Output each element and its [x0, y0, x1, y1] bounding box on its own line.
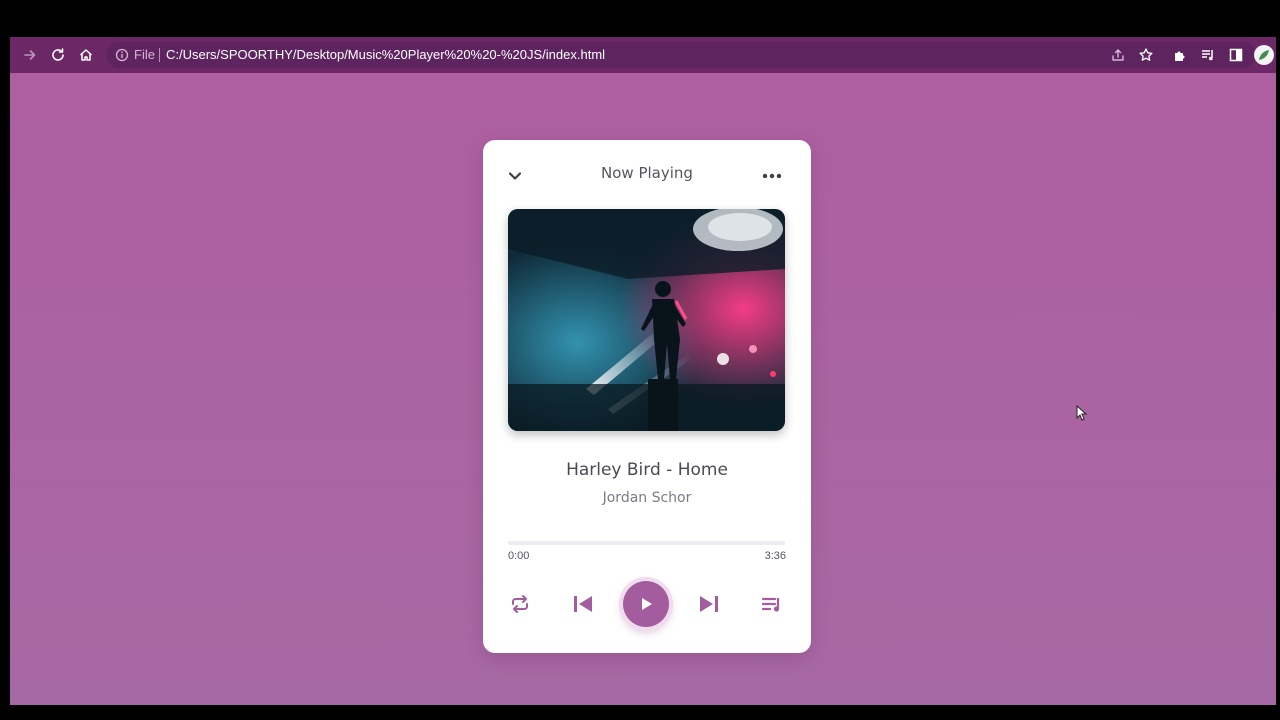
- track-artist: Jordan Schor: [602, 490, 692, 506]
- profile-avatar[interactable]: [1254, 45, 1274, 65]
- music-player-card: Now Playing Harley Bird - Home Jordan Sc…: [483, 140, 811, 653]
- reload-icon[interactable]: [46, 43, 70, 67]
- playlist-button[interactable]: [760, 593, 784, 615]
- leaf-icon: [1259, 50, 1269, 60]
- divider: [159, 48, 160, 62]
- more-options-icon[interactable]: [761, 166, 783, 186]
- play-icon: [642, 598, 652, 610]
- concert-image: [508, 209, 785, 431]
- url-text[interactable]: C:/Users/SPOORTHY/Desktop/Music%20Player…: [166, 42, 605, 68]
- browser-toolbar: File C:/Users/SPOORTHY/Desktop/Music%20P…: [10, 37, 1276, 73]
- duration-time: 3:36: [764, 550, 786, 562]
- scheme-label: File: [134, 47, 155, 62]
- repeat-button[interactable]: [508, 593, 532, 615]
- album-art: [508, 209, 785, 431]
- forward-icon[interactable]: [18, 43, 42, 67]
- next-button[interactable]: [697, 593, 721, 615]
- browser-window: File C:/Users/SPOORTHY/Desktop/Music%20P…: [10, 37, 1276, 705]
- address-bar[interactable]: File C:/Users/SPOORTHY/Desktop/Music%20P…: [106, 42, 1256, 68]
- bookmark-star-icon[interactable]: [1138, 47, 1154, 63]
- track-title: Harley Bird - Home: [566, 460, 728, 480]
- skip-previous-icon: [574, 596, 592, 612]
- repeat-icon: [512, 595, 528, 613]
- play-button[interactable]: [623, 581, 669, 627]
- mouse-cursor-icon: [1076, 405, 1088, 421]
- extensions-icon[interactable]: [1168, 43, 1192, 67]
- side-panel-icon[interactable]: [1224, 43, 1248, 67]
- home-icon[interactable]: [74, 43, 98, 67]
- skip-next-icon: [700, 596, 718, 612]
- playlist-icon: [761, 597, 780, 612]
- progress-bar[interactable]: [508, 541, 785, 545]
- previous-button[interactable]: [571, 593, 595, 615]
- media-control-icon[interactable]: [1196, 43, 1220, 67]
- info-icon[interactable]: [114, 47, 130, 63]
- share-icon[interactable]: [1110, 47, 1126, 63]
- current-time: 0:00: [508, 550, 530, 562]
